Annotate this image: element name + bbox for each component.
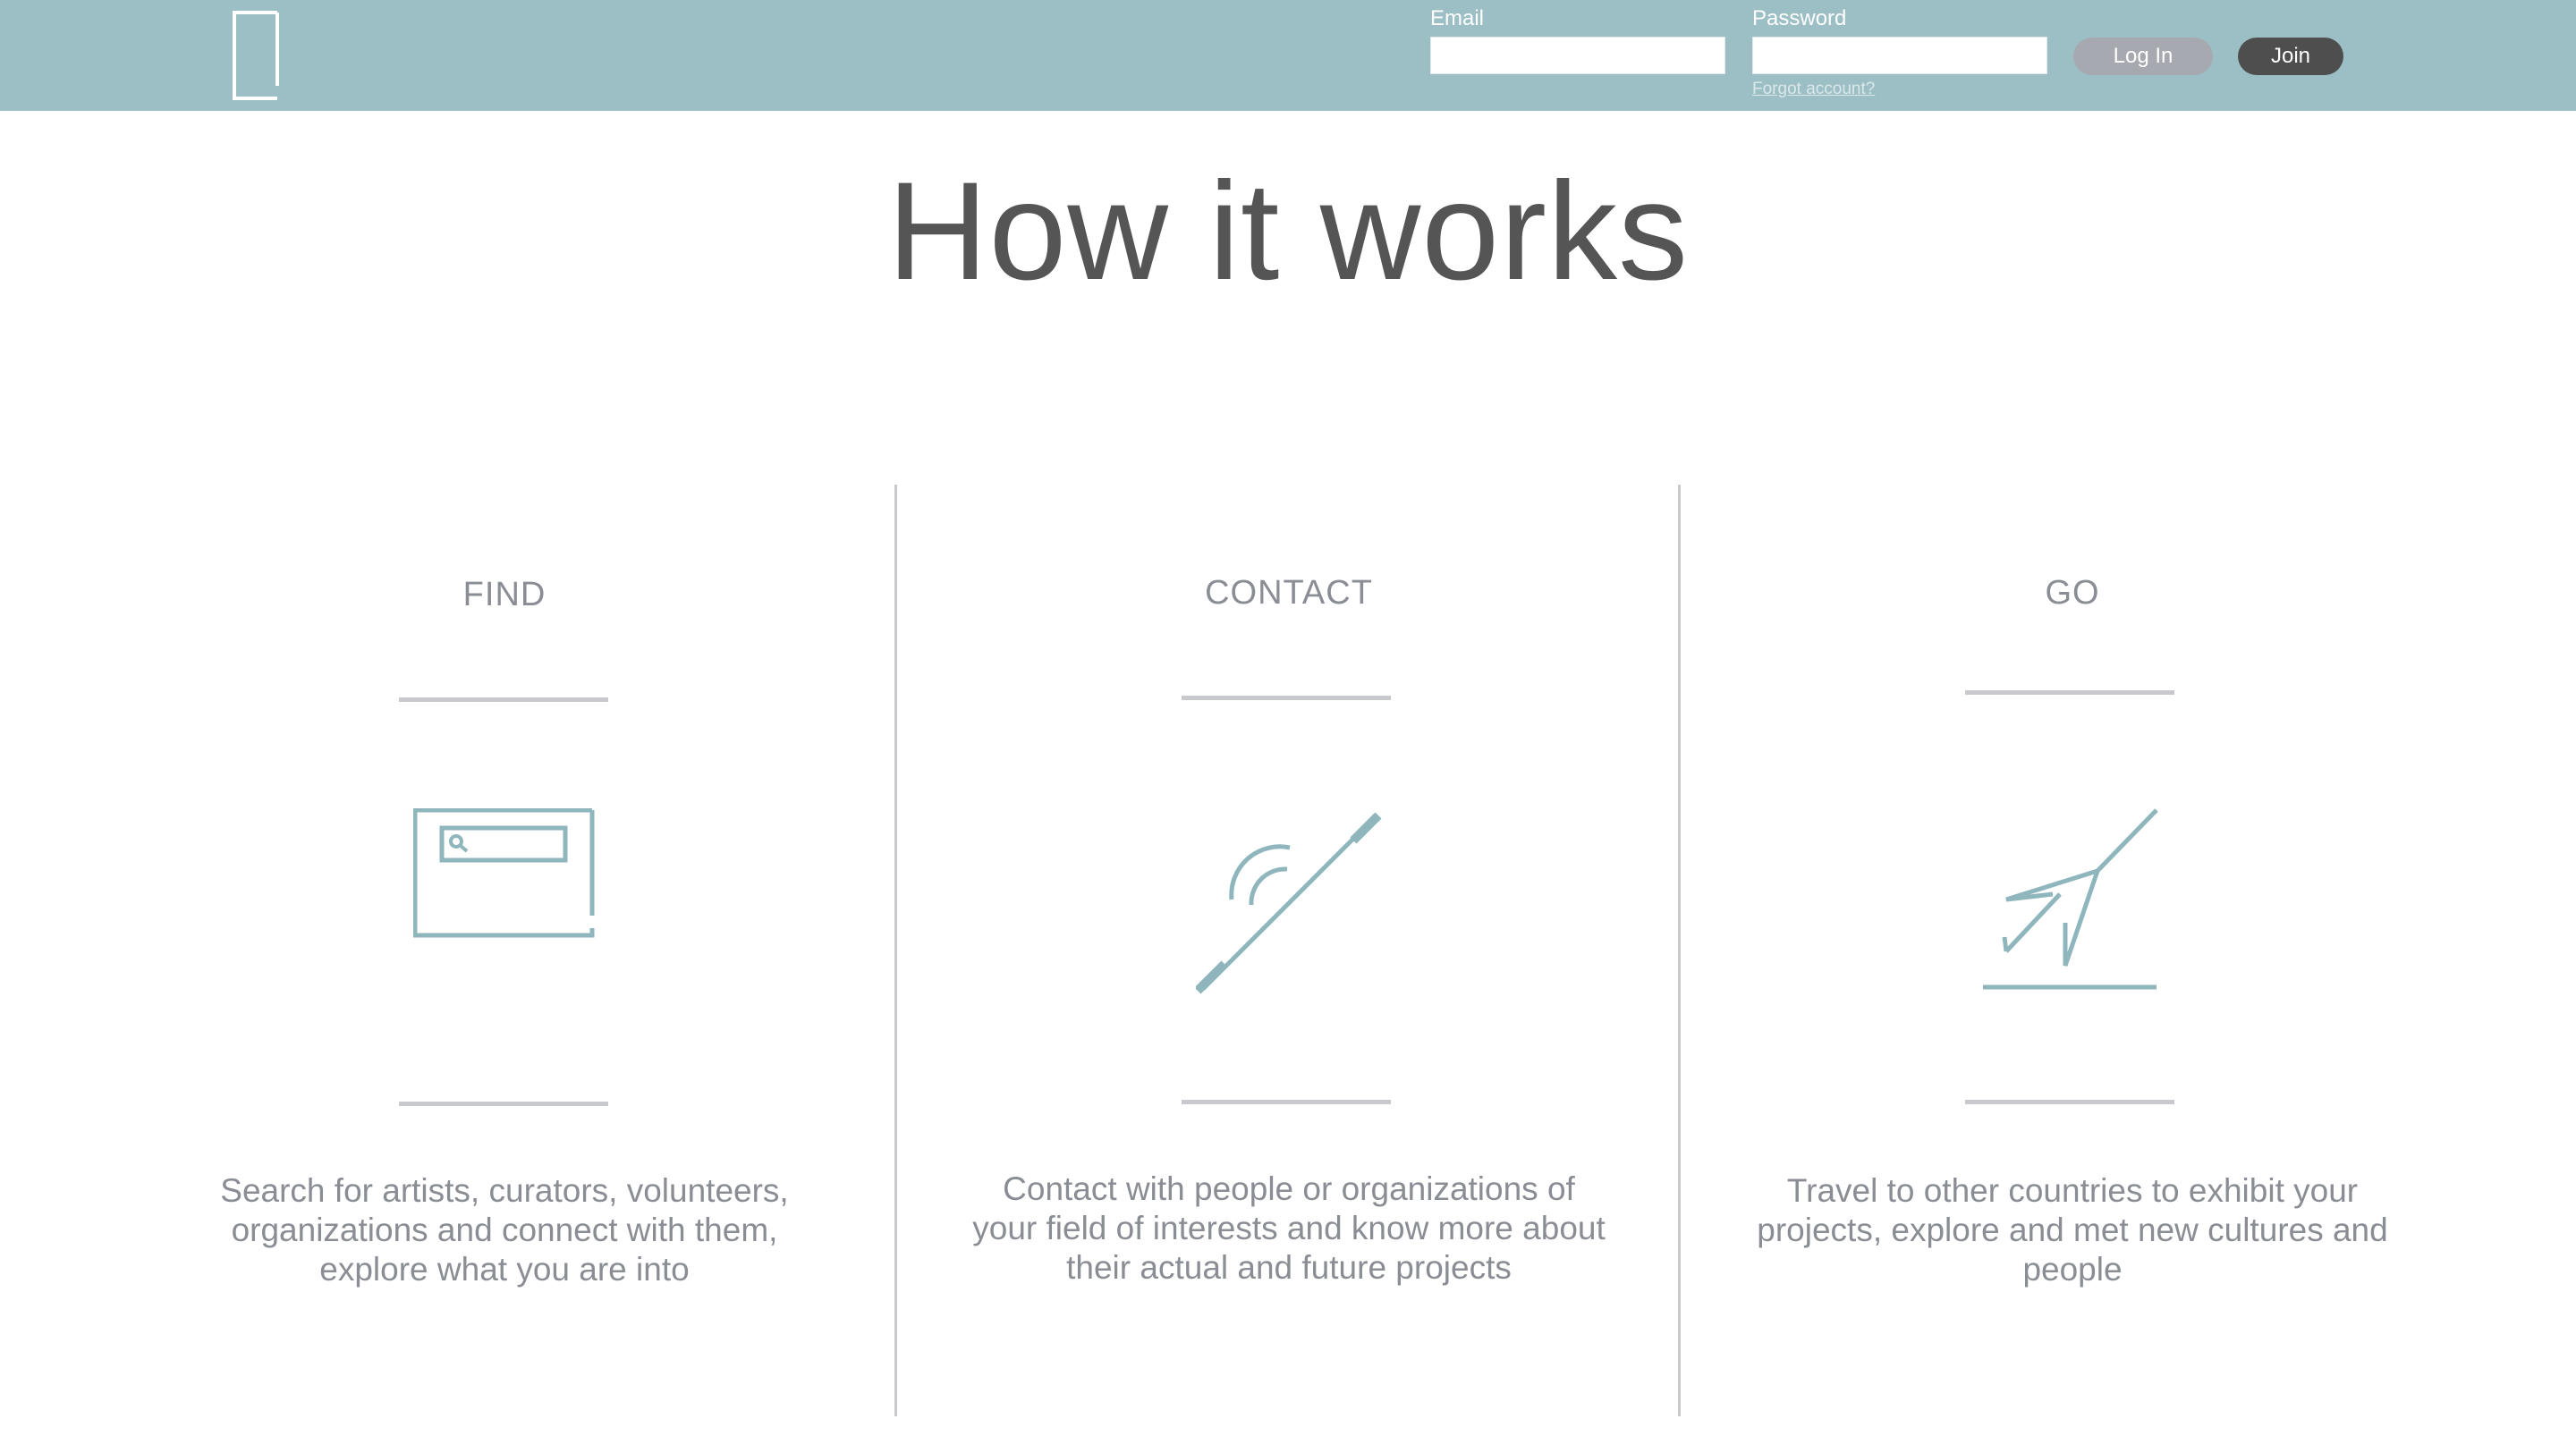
forgot-account-link[interactable]: Forgot account? [1752, 80, 1875, 99]
step-rule [399, 697, 608, 702]
paper-plane-icon [1983, 808, 2158, 990]
step-go: GO Travel to other countries to exhibit … [1681, 485, 2464, 1379]
door-icon[interactable] [233, 11, 279, 100]
step-contact: CONTACT Contact with people or organizat… [897, 485, 1681, 1379]
step-title: GO [2045, 574, 2100, 612]
step-rule [1965, 1100, 2174, 1104]
top-bar: Email Password Forgot account? Log In Jo… [0, 0, 2576, 111]
password-field[interactable] [1752, 37, 2047, 74]
step-rule [399, 1102, 608, 1106]
step-description: Contact with people or organizations of … [972, 1170, 1606, 1286]
search-browser-icon [413, 808, 595, 938]
step-rule [1182, 1100, 1391, 1104]
phone-signal-icon [1196, 812, 1382, 994]
step-rule [1182, 696, 1391, 700]
step-title: CONTACT [1205, 574, 1373, 612]
login-button[interactable]: Log In [2073, 38, 2213, 75]
step-rule [1965, 690, 2174, 695]
password-label: Password [1752, 6, 1847, 30]
step-description: Travel to other countries to exhibit you… [1757, 1172, 2388, 1288]
join-button[interactable]: Join [2238, 38, 2343, 75]
step-description: Search for artists, curators, volunteers… [220, 1172, 789, 1288]
email-label: Email [1430, 6, 1485, 30]
step-title: FIND [462, 576, 547, 613]
page-title: How it works [886, 154, 1690, 309]
step-find: FIND Search for artists, curators, volun… [113, 485, 896, 1379]
email-field[interactable] [1430, 37, 1725, 74]
